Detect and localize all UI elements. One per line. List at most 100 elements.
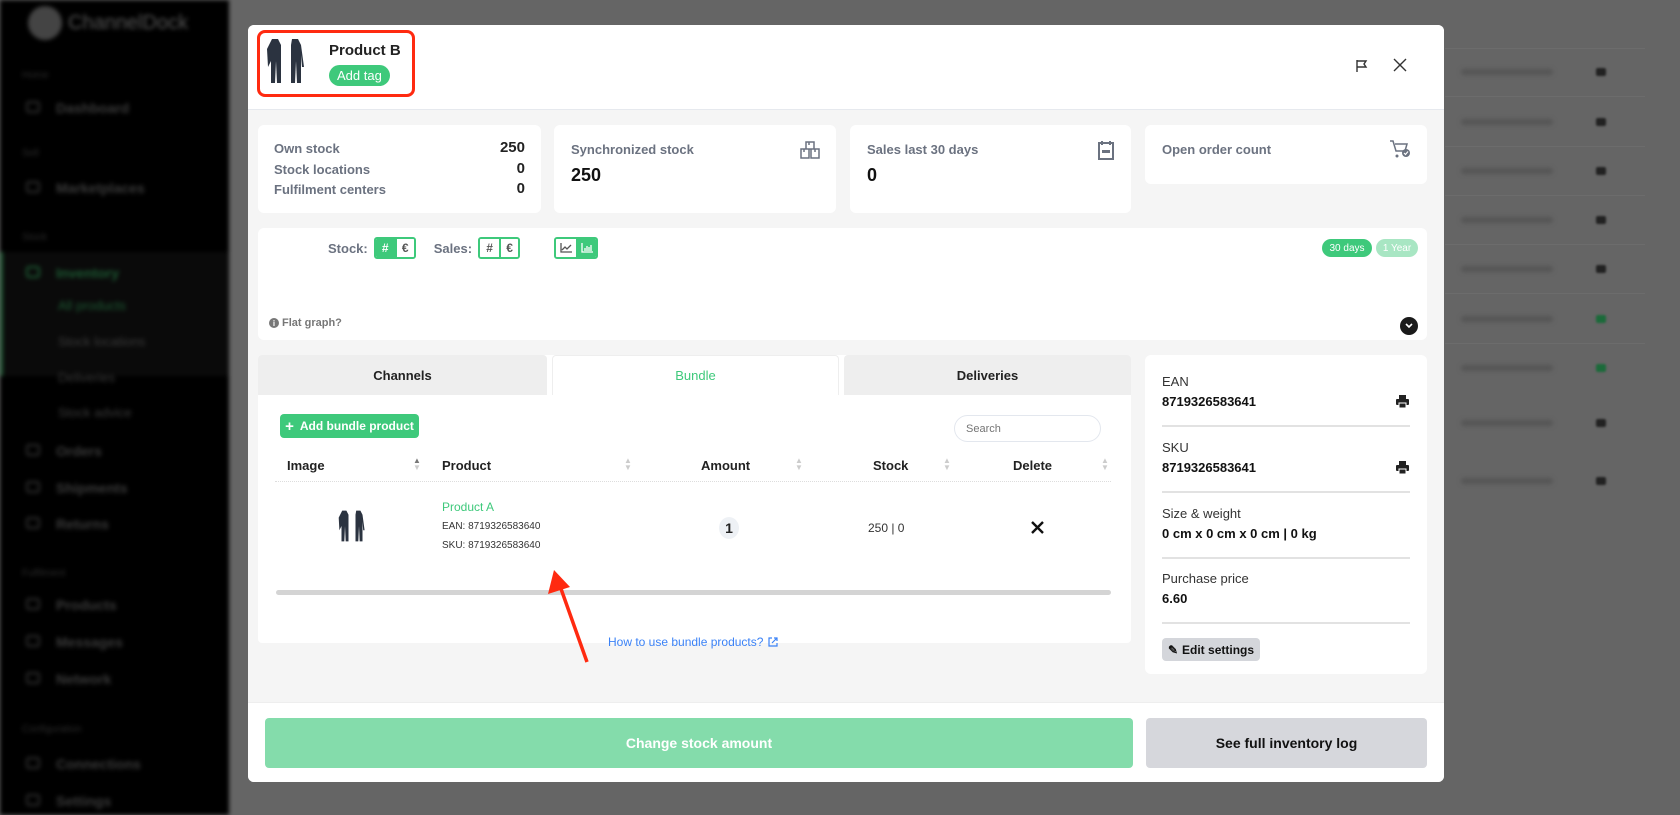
bundle-help-link[interactable]: How to use bundle products? (608, 635, 779, 649)
change-stock-button[interactable]: Change stock amount (265, 718, 1133, 768)
sidebar-item-connections[interactable]: Connections (56, 756, 141, 772)
sidebar-section: Fulfilment (22, 568, 66, 579)
sort-icon[interactable]: ▲ ▼ (413, 457, 421, 472)
brand-logo: ChannelDock (68, 12, 189, 34)
range-30-days[interactable]: 30 days (1322, 239, 1372, 257)
edit-settings-label: Edit settings (1182, 642, 1255, 657)
stock-count-option[interactable]: # (375, 239, 395, 257)
product-a-image (338, 510, 365, 542)
sales-value: 0 (867, 165, 878, 185)
sales-count-option[interactable]: # (480, 239, 500, 257)
print-sku-icon[interactable] (1396, 461, 1409, 474)
sales-toggle-label: Sales: (433, 240, 473, 256)
calendar-icon (1098, 141, 1114, 160)
sidebar-subitem-stock-advice[interactable]: Stock advice (58, 405, 132, 420)
sidebar-item-settings[interactable]: Settings (56, 793, 111, 809)
sidebar-item-products[interactable]: Products (56, 597, 117, 613)
sales-unit-toggle[interactable]: # € (478, 237, 521, 259)
open-order-card: Open order count (1145, 125, 1427, 184)
sidebar-section: Stock (22, 232, 48, 243)
purchase-price-value: 6.60 (1162, 591, 1188, 606)
sidebar-item-returns[interactable]: Returns (56, 516, 109, 532)
product-a-sku: SKU: 8719326583640 (442, 540, 541, 551)
sidebar-subitem-all-products[interactable]: All products (58, 298, 126, 313)
product-info-panel: EAN 8719326583641 SKU 8719326583641 Size… (1145, 355, 1427, 674)
edit-settings-button[interactable]: ✎ Edit settings (1162, 638, 1260, 661)
bar-chart-icon[interactable] (576, 239, 597, 257)
stock-euro-option[interactable]: € (394, 239, 414, 257)
bundle-help-label: How to use bundle products? (608, 635, 764, 649)
bundle-search-input[interactable] (954, 415, 1101, 442)
sort-icon[interactable]: ▲ ▼ (943, 457, 951, 472)
fulfilment-centers-label: Fulfilment centers (274, 182, 386, 197)
synchronized-stock-value: 250 (571, 165, 602, 185)
sidebar-item-dashboard[interactable]: Dashboard (56, 100, 129, 116)
sidebar-subitem-deliveries[interactable]: Deliveries (58, 370, 115, 385)
tab-deliveries[interactable]: Deliveries (844, 355, 1131, 395)
range-1-year[interactable]: 1 Year (1376, 239, 1418, 257)
flat-graph-link[interactable]: Flat graph? (282, 317, 342, 329)
open-order-label: Open order count (1162, 142, 1272, 157)
highlight-box (257, 30, 415, 97)
column-header-amount[interactable]: Amount (701, 458, 750, 473)
sales-euro-option[interactable]: € (499, 239, 519, 257)
amount-badge[interactable]: 1 (719, 517, 739, 539)
sku-label: SKU (1162, 440, 1189, 455)
sidebar-section: Sell (22, 148, 39, 159)
column-header-product[interactable]: Product (442, 458, 491, 473)
ean-value: 8719326583641 (1162, 394, 1256, 409)
sidebar-item-messages[interactable]: Messages (56, 634, 123, 650)
column-header-delete[interactable]: Delete (1013, 458, 1052, 473)
stock-locations-label: Stock locations (274, 162, 371, 177)
synchronized-stock-label: Synchronized stock (571, 142, 694, 157)
synchronized-stock-card: Synchronized stock 250 (554, 125, 836, 213)
sort-icon[interactable]: ▲ ▼ (624, 457, 632, 472)
sidebar-section: Home (22, 70, 49, 81)
size-weight-label: Size & weight (1162, 506, 1241, 521)
info-icon: i (269, 318, 279, 328)
close-icon[interactable] (1393, 58, 1407, 72)
size-weight-value: 0 cm x 0 cm x 0 cm | 0 kg (1162, 526, 1317, 541)
sort-icon[interactable]: ▲ ▼ (1101, 457, 1109, 472)
print-ean-icon[interactable] (1396, 395, 1409, 408)
flag-icon[interactable] (1355, 59, 1369, 73)
sales-card: Sales last 30 days 0 (850, 125, 1131, 213)
expand-chevron-icon[interactable] (1400, 317, 1418, 335)
own-stock-value: 250 (499, 139, 525, 156)
sidebar-item-network[interactable]: Network (56, 671, 111, 687)
sidebar-item-marketplaces[interactable]: Marketplaces (56, 180, 145, 196)
stock-locations-value: 0 (516, 160, 525, 177)
plus-icon: + (285, 417, 294, 435)
stock-unit-toggle[interactable]: # € (373, 237, 416, 259)
sidebar-item-inventory[interactable]: Inventory (56, 265, 119, 281)
column-header-image[interactable]: Image (287, 458, 325, 473)
column-header-stock[interactable]: Stock (873, 458, 908, 473)
sidebar-item-orders[interactable]: Orders (56, 443, 102, 459)
horizontal-scrollbar[interactable] (276, 590, 1111, 595)
add-bundle-product-button[interactable]: + Add bundle product (280, 414, 419, 438)
line-chart-icon[interactable] (556, 239, 577, 257)
sidebar-subitem-stock-locations[interactable]: Stock locations (58, 334, 145, 349)
stock-toggle-label: Stock: (328, 240, 368, 256)
sort-icon[interactable]: ▲ ▼ (795, 457, 803, 472)
sidebar-item-shipments[interactable]: Shipments (56, 480, 128, 496)
sidebar-section: Configuration (22, 724, 82, 735)
product-a-link[interactable]: Product A (442, 500, 494, 514)
purchase-price-label: Purchase price (1162, 571, 1249, 586)
cart-check-icon (1390, 140, 1410, 158)
full-inventory-log-button[interactable]: See full inventory log (1146, 718, 1427, 768)
tab-channels[interactable]: Channels (258, 355, 547, 395)
stock-value: 250 | 0 (868, 521, 905, 535)
tab-bundle[interactable]: Bundle (552, 355, 839, 395)
ean-label: EAN (1162, 374, 1189, 389)
pencil-icon: ✎ (1167, 642, 1179, 657)
sales-label: Sales last 30 days (867, 142, 979, 157)
modal-footer: Change stock amount See full inventory l… (248, 702, 1444, 782)
sidebar-background: ChannelDock Home Dashboard Sell Marketpl… (0, 0, 229, 815)
product-a-ean: EAN: 8719326583640 (442, 521, 541, 532)
external-link-icon (768, 637, 779, 647)
add-bundle-product-label: Add bundle product (299, 419, 414, 433)
chart-type-toggle[interactable] (554, 237, 599, 259)
delete-x-icon[interactable] (1031, 521, 1044, 534)
graph-panel: Stock: # € Sales: # € 30 days 1 Year i Fla… (258, 228, 1427, 340)
